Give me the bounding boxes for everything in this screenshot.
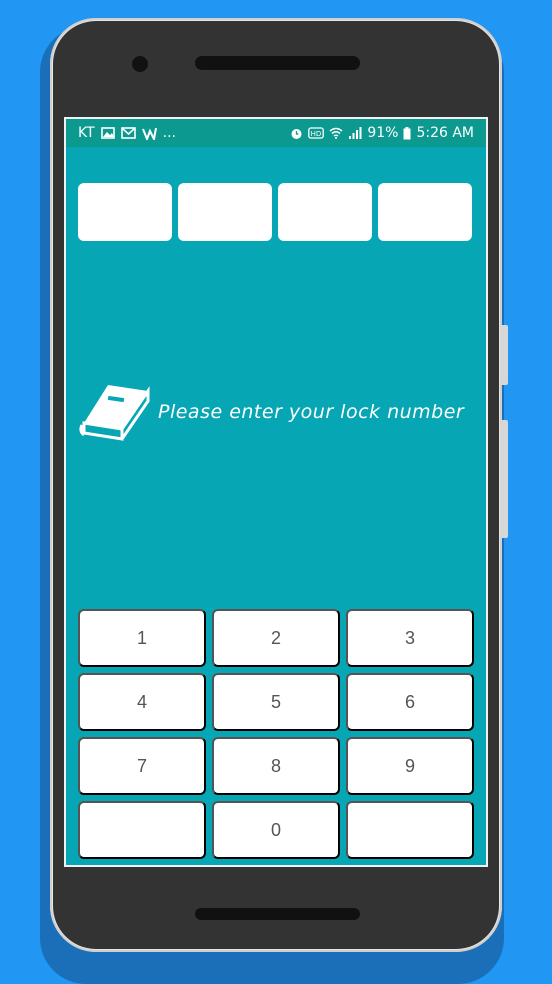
image-icon [100, 127, 115, 139]
signal-icon [348, 127, 362, 139]
battery-icon [403, 126, 411, 140]
code-display [78, 183, 472, 241]
app-screen: KT ... HD 91% 5:26 AM Please enter your … [64, 117, 488, 867]
wifi-icon [329, 127, 343, 139]
key-blank-left[interactable] [78, 801, 206, 859]
key-9[interactable]: 9 [346, 737, 474, 795]
front-camera [132, 56, 148, 72]
number-keypad: 1 2 3 4 5 6 7 8 9 0 [78, 609, 474, 859]
key-4[interactable]: 4 [78, 673, 206, 731]
status-left: KT ... [78, 125, 176, 141]
key-1[interactable]: 1 [78, 609, 206, 667]
key-8[interactable]: 8 [212, 737, 340, 795]
earpiece-speaker [195, 56, 360, 70]
lock-prompt: Please enter your lock number [78, 381, 464, 443]
code-slot [278, 183, 372, 241]
status-right: HD 91% 5:26 AM [290, 125, 474, 141]
key-blank-right[interactable] [346, 801, 474, 859]
alarm-icon [290, 127, 303, 140]
battery-percent: 91% [367, 125, 399, 141]
vscode-icon [141, 127, 157, 140]
code-slot [378, 183, 472, 241]
status-bar: KT ... HD 91% 5:26 AM [66, 119, 486, 147]
gmail-icon [120, 127, 136, 139]
key-5[interactable]: 5 [212, 673, 340, 731]
key-6[interactable]: 6 [346, 673, 474, 731]
power-button [500, 420, 508, 538]
bottom-speaker [195, 908, 360, 920]
prompt-text: Please enter your lock number [158, 401, 465, 423]
volume-button [500, 325, 508, 385]
hd-icon: HD [308, 127, 325, 139]
code-slot [178, 183, 272, 241]
book-icon [78, 381, 150, 443]
key-0[interactable]: 0 [212, 801, 340, 859]
svg-text:HD: HD [311, 130, 322, 138]
key-3[interactable]: 3 [346, 609, 474, 667]
clock: 5:26 AM [416, 125, 474, 141]
more-notifications: ... [162, 125, 177, 141]
key-7[interactable]: 7 [78, 737, 206, 795]
carrier-label: KT [78, 125, 95, 141]
code-slot [78, 183, 172, 241]
key-2[interactable]: 2 [212, 609, 340, 667]
